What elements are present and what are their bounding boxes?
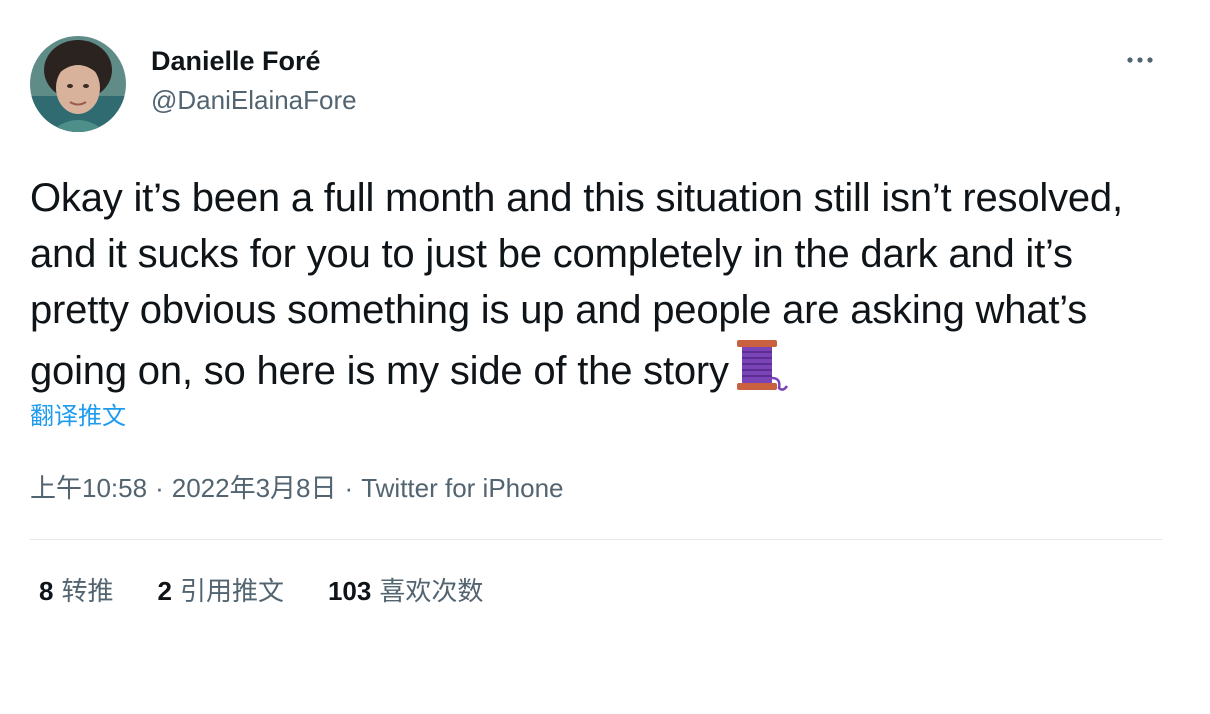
tweet-time[interactable]: 上午10:58 [30, 473, 147, 503]
likes-label: 喜欢次数 [379, 576, 484, 606]
likes-count: 103 [327, 576, 372, 606]
quotes-label: 引用推文 [179, 576, 284, 606]
tweet-header: Danielle Foré @DaniElainaFore [30, 36, 1162, 132]
tweet-text-content: Okay it’s been a full month and this sit… [30, 176, 1123, 393]
meta-separator: · [344, 473, 354, 503]
tweet-card: Danielle Foré @DaniElainaFore Okay it’s … [30, 36, 1162, 608]
meta-separator: · [155, 473, 164, 503]
retweets-label: 转推 [61, 576, 114, 606]
avatar[interactable] [30, 36, 126, 132]
tweet-source[interactable]: Twitter for iPhone [361, 473, 563, 503]
author-handle[interactable]: @DaniElainaFore [151, 83, 357, 117]
divider [30, 539, 1162, 540]
avatar-image [30, 36, 126, 132]
more-dots-icon[interactable] [1122, 48, 1162, 72]
retweets-stat[interactable]: 8 转推 [39, 574, 113, 608]
tweet-stats: 8 转推 2 引用推文 103 喜欢次数 [39, 574, 1162, 608]
thread-spool-icon [733, 338, 789, 392]
author-display-name[interactable]: Danielle Foré [151, 44, 357, 78]
translate-tweet-link[interactable]: 翻译推文 [30, 401, 126, 433]
retweets-count: 8 [39, 576, 54, 606]
quotes-count: 2 [157, 576, 172, 606]
tweet-meta: 上午10:58 · 2022年3月8日 · Twitter for iPhone [30, 471, 1162, 505]
author-names: Danielle Foré @DaniElainaFore [151, 44, 357, 117]
likes-stat[interactable]: 103 喜欢次数 [328, 574, 483, 608]
tweet-date[interactable]: 2022年3月8日 [172, 473, 337, 503]
tweet-text: Okay it’s been a full month and this sit… [30, 170, 1150, 399]
quotes-stat[interactable]: 2 引用推文 [157, 574, 283, 608]
